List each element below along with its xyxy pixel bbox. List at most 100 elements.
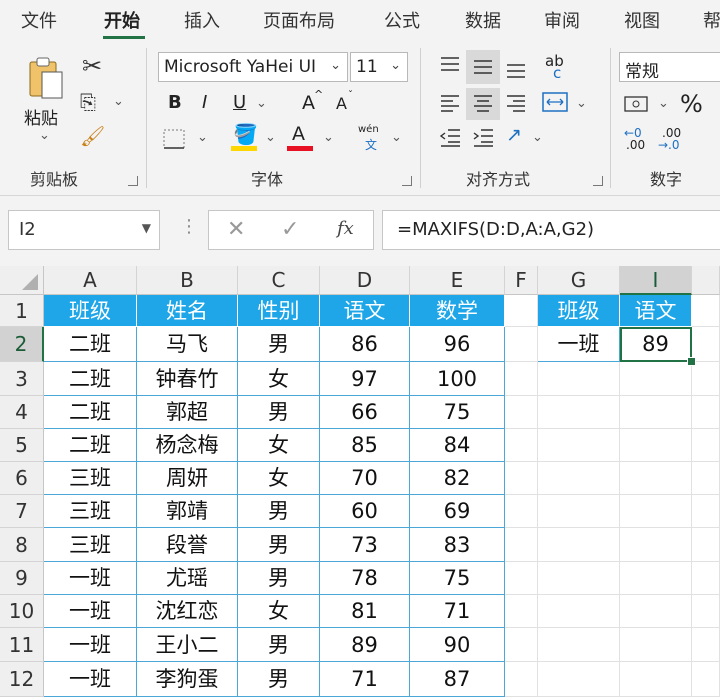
insert-function-icon[interactable]: fx bbox=[337, 218, 354, 239]
column-header-i[interactable]: I bbox=[620, 266, 692, 295]
font-name-select[interactable]: Microsoft YaHei UI ⌄ bbox=[158, 52, 348, 82]
table-cell[interactable]: 男 bbox=[238, 562, 320, 595]
empty-cell[interactable] bbox=[692, 396, 720, 429]
empty-cell[interactable] bbox=[620, 662, 692, 697]
fill-color-dropdown-icon[interactable]: ⌄ bbox=[265, 130, 276, 145]
row-header-10[interactable]: 10 bbox=[0, 595, 44, 628]
top-align-icon[interactable] bbox=[438, 54, 462, 76]
empty-cell[interactable] bbox=[505, 429, 538, 462]
row-header-11[interactable]: 11 bbox=[0, 628, 44, 662]
empty-cell[interactable] bbox=[538, 662, 620, 697]
lookup-criteria-cell[interactable]: 一班 bbox=[538, 327, 620, 362]
alignment-launcher-icon[interactable] bbox=[593, 176, 603, 186]
paste-label[interactable]: 粘贴 bbox=[24, 104, 58, 129]
column-header-d[interactable]: D bbox=[320, 266, 410, 295]
table-cell[interactable]: 女 bbox=[238, 362, 320, 396]
copy-dropdown-icon[interactable]: ⌄ bbox=[113, 94, 124, 109]
table-cell[interactable]: 女 bbox=[238, 429, 320, 462]
empty-cell[interactable] bbox=[538, 595, 620, 628]
empty-cell[interactable] bbox=[620, 362, 692, 396]
underline-button[interactable]: U bbox=[233, 92, 246, 113]
cancel-icon[interactable]: ✕ bbox=[227, 217, 245, 242]
phonetic-pinyin[interactable]: wén bbox=[358, 124, 379, 135]
column-header-c[interactable]: C bbox=[238, 266, 320, 295]
row-header-2[interactable]: 2 bbox=[0, 327, 44, 362]
table-cell[interactable]: 女 bbox=[238, 462, 320, 495]
row-header-6[interactable]: 6 bbox=[0, 462, 44, 495]
merge-dropdown-icon[interactable]: ⌄ bbox=[576, 96, 587, 111]
row-header-9[interactable]: 9 bbox=[0, 562, 44, 595]
table-cell[interactable]: 81 bbox=[320, 595, 410, 628]
tab-view[interactable]: 视图 bbox=[624, 7, 660, 33]
tab-home[interactable]: 开始 bbox=[104, 7, 140, 33]
borders-dropdown-icon[interactable]: ⌄ bbox=[197, 130, 208, 145]
table-cell[interactable]: 李狗蛋 bbox=[137, 662, 238, 697]
empty-cell[interactable] bbox=[505, 562, 538, 595]
empty-cell[interactable] bbox=[692, 295, 720, 327]
table-cell[interactable]: 男 bbox=[238, 628, 320, 662]
empty-cell[interactable] bbox=[505, 295, 538, 327]
table-cell[interactable]: 马飞 bbox=[137, 327, 238, 362]
empty-cell[interactable] bbox=[538, 462, 620, 495]
tab-page-layout[interactable]: 页面布局 bbox=[263, 7, 335, 33]
align-right-icon[interactable] bbox=[504, 92, 528, 114]
table-cell[interactable]: 一班 bbox=[44, 628, 137, 662]
select-all-button[interactable] bbox=[0, 266, 44, 295]
column-header-blank[interactable] bbox=[692, 266, 720, 295]
empty-cell[interactable] bbox=[505, 595, 538, 628]
table-cell[interactable]: 90 bbox=[410, 628, 505, 662]
empty-cell[interactable] bbox=[538, 429, 620, 462]
empty-cell[interactable] bbox=[620, 462, 692, 495]
column-header-g[interactable]: G bbox=[538, 266, 620, 295]
accounting-format-icon[interactable] bbox=[623, 94, 651, 114]
format-painter-icon[interactable]: 🖌 bbox=[80, 126, 105, 146]
empty-cell[interactable] bbox=[505, 327, 538, 362]
middle-align-icon[interactable] bbox=[471, 56, 495, 78]
bottom-align-icon[interactable] bbox=[504, 58, 528, 80]
number-format-select[interactable]: 常规 bbox=[619, 52, 720, 82]
shrink-font-button[interactable]: A bbox=[336, 94, 347, 113]
underline-dropdown-icon[interactable]: ⌄ bbox=[256, 96, 267, 111]
table-cell[interactable]: 一班 bbox=[44, 662, 137, 697]
table-cell[interactable]: 96 bbox=[410, 327, 505, 362]
cut-icon[interactable]: ✂ bbox=[82, 54, 102, 78]
tab-insert[interactable]: 插入 bbox=[184, 7, 220, 33]
formula-input[interactable]: =MAXIFS(D:D,A:A,G2) bbox=[382, 210, 720, 250]
accounting-dropdown-icon[interactable]: ⌄ bbox=[658, 96, 669, 111]
table-cell[interactable]: 66 bbox=[320, 396, 410, 429]
table-cell[interactable]: 100 bbox=[410, 362, 505, 396]
table-header-cell[interactable]: 姓名 bbox=[137, 295, 238, 327]
empty-cell[interactable] bbox=[620, 628, 692, 662]
column-header-e[interactable]: E bbox=[410, 266, 505, 295]
lookup-header-cell[interactable]: 语文 bbox=[620, 295, 692, 327]
table-cell[interactable]: 75 bbox=[410, 396, 505, 429]
empty-cell[interactable] bbox=[505, 662, 538, 697]
table-cell[interactable]: 二班 bbox=[44, 396, 137, 429]
row-header-7[interactable]: 7 bbox=[0, 495, 44, 528]
empty-cell[interactable] bbox=[538, 362, 620, 396]
table-cell[interactable]: 女 bbox=[238, 595, 320, 628]
empty-cell[interactable] bbox=[620, 528, 692, 562]
empty-cell[interactable] bbox=[692, 628, 720, 662]
empty-cell[interactable] bbox=[505, 528, 538, 562]
tab-help[interactable]: 帮 bbox=[703, 7, 720, 33]
table-cell[interactable]: 三班 bbox=[44, 495, 137, 528]
column-header-f[interactable]: F bbox=[505, 266, 538, 295]
table-header-cell[interactable]: 性别 bbox=[238, 295, 320, 327]
orientation-dropdown-icon[interactable]: ⌄ bbox=[532, 130, 543, 145]
empty-cell[interactable] bbox=[620, 396, 692, 429]
fill-color-icon[interactable]: 🪣 bbox=[233, 124, 258, 144]
increase-indent-icon[interactable] bbox=[471, 126, 495, 148]
table-cell[interactable]: 男 bbox=[238, 662, 320, 697]
table-header-cell[interactable]: 班级 bbox=[44, 295, 137, 327]
table-cell[interactable]: 一班 bbox=[44, 595, 137, 628]
table-cell[interactable]: 二班 bbox=[44, 362, 137, 396]
table-cell[interactable]: 三班 bbox=[44, 462, 137, 495]
row-header-5[interactable]: 5 bbox=[0, 429, 44, 462]
empty-cell[interactable] bbox=[692, 429, 720, 462]
empty-cell[interactable] bbox=[538, 628, 620, 662]
bold-button[interactable]: B bbox=[168, 92, 182, 113]
table-cell[interactable]: 男 bbox=[238, 528, 320, 562]
italic-button[interactable]: I bbox=[202, 92, 207, 113]
column-header-a[interactable]: A bbox=[44, 266, 137, 295]
